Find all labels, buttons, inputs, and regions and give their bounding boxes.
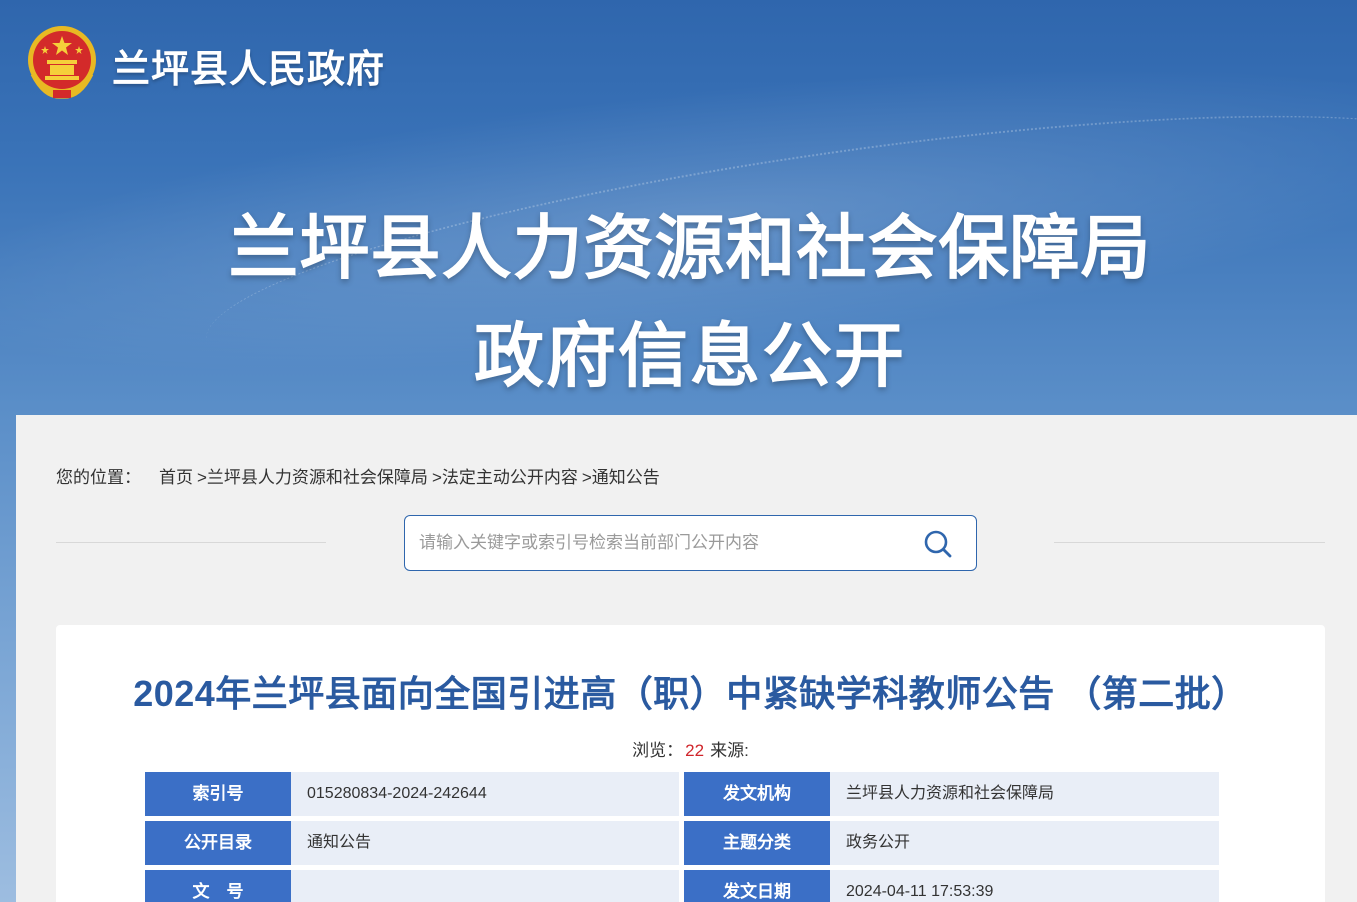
breadcrumb-item-department[interactable]: >兰坪县人力资源和社会保障局	[197, 463, 428, 488]
main-content: 您的位置： 首页 >兰坪县人力资源和社会保障局 >法定主动公开内容 >通知公告 …	[16, 415, 1357, 902]
search-input[interactable]	[419, 516, 909, 570]
breadcrumb-item-statutory[interactable]: >法定主动公开内容	[432, 463, 578, 488]
info-label-index: 索引号	[145, 772, 299, 816]
info-value-catalog: 通知公告	[291, 821, 679, 865]
search-icon[interactable]	[922, 528, 954, 560]
site-title[interactable]: 兰坪县人民政府	[112, 38, 385, 93]
info-label-issuer: 发文机构	[684, 772, 838, 816]
info-value-issuer: 兰坪县人力资源和社会保障局	[830, 772, 1219, 816]
divider-right	[1054, 542, 1325, 543]
national-emblem-icon[interactable]	[25, 24, 99, 100]
department-title: 兰坪县人力资源和社会保障局	[228, 209, 1152, 287]
info-row: 公开目录 通知公告 主题分类 政务公开	[145, 821, 1220, 865]
breadcrumb: 您的位置： 首页 >兰坪县人力资源和社会保障局 >法定主动公开内容 >通知公告	[56, 463, 660, 488]
source-label: 来源:	[710, 741, 749, 760]
divider-left	[56, 542, 326, 543]
info-label-topic: 主题分类	[684, 821, 838, 865]
info-value-doc-number	[291, 870, 679, 902]
article-title: 2024年兰坪县面向全国引进高（职）中紧缺学科教师公告 （第二批）	[133, 673, 1248, 714]
search-box	[404, 515, 977, 571]
views-label: 浏览：	[632, 741, 684, 760]
info-label-date: 发文日期	[684, 870, 838, 902]
article-meta: 浏览： 22 来源:	[56, 736, 1325, 761]
department-subtitle: 政府信息公开	[474, 317, 906, 395]
breadcrumb-prefix: 您的位置：	[56, 468, 141, 487]
info-value-index: 015280834-2024-242644	[291, 772, 679, 816]
breadcrumb-item-home[interactable]: 首页	[159, 463, 193, 488]
breadcrumb-item-notice[interactable]: >通知公告	[582, 463, 660, 488]
article-card: 2024年兰坪县面向全国引进高（职）中紧缺学科教师公告 （第二批） 浏览： 22 来…	[56, 625, 1325, 902]
views-count: 22	[685, 741, 705, 760]
info-label-doc-number: 文 号	[145, 870, 299, 902]
info-row: 文 号 发文日期 2024-04-11 17:53:39	[145, 870, 1220, 902]
info-value-topic: 政务公开	[830, 821, 1219, 865]
info-value-date: 2024-04-11 17:53:39	[830, 870, 1219, 902]
info-row: 索引号 015280834-2024-242644 发文机构 兰坪县人力资源和社…	[145, 772, 1220, 816]
info-label-catalog: 公开目录	[145, 821, 299, 865]
